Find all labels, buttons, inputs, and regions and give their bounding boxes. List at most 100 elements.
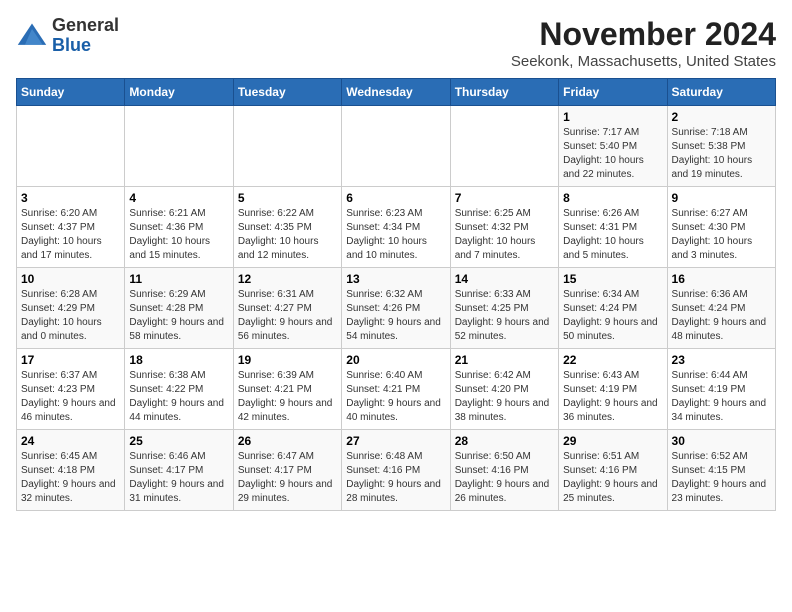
weekday-header-monday: Monday bbox=[125, 79, 233, 106]
day-number: 16 bbox=[672, 272, 771, 286]
title-area: November 2024 Seekonk, Massachusetts, Un… bbox=[511, 16, 776, 70]
day-cell: 22 Sunrise: 6:43 AM Sunset: 4:19 PM Dayli… bbox=[559, 349, 667, 430]
day-cell: 27 Sunrise: 6:48 AM Sunset: 4:16 PM Dayli… bbox=[342, 430, 450, 511]
weekday-header-friday: Friday bbox=[559, 79, 667, 106]
day-number: 10 bbox=[21, 272, 120, 286]
day-info: Sunrise: 6:48 AM Sunset: 4:16 PM Dayligh… bbox=[346, 450, 445, 506]
day-info: Sunrise: 6:47 AM Sunset: 4:17 PM Dayligh… bbox=[238, 450, 337, 506]
day-info: Sunrise: 6:25 AM Sunset: 4:32 PM Dayligh… bbox=[455, 207, 554, 263]
week-row-4: 24Sunrise: 6:45 AM Sunset: 4:18 PM Dayli… bbox=[17, 430, 776, 511]
day-cell: 20 Sunrise: 6:40 AM Sunset: 4:21 PM Dayli… bbox=[342, 349, 450, 430]
day-info: Sunrise: 6:20 AM Sunset: 4:37 PM Dayligh… bbox=[21, 207, 120, 263]
day-info: Sunrise: 6:44 AM Sunset: 4:19 PM Dayligh… bbox=[672, 369, 771, 425]
day-cell: 10 Sunrise: 6:28 AM Sunset: 4:29 PM Dayli… bbox=[17, 268, 125, 349]
day-number: 18 bbox=[129, 353, 228, 367]
day-cell: 15 Sunrise: 6:34 AM Sunset: 4:24 PM Dayli… bbox=[559, 268, 667, 349]
day-cell: 4Sunrise: 6:21 AM Sunset: 4:36 PM Daylig… bbox=[125, 187, 233, 268]
day-info: Sunrise: 6:36 AM Sunset: 4:24 PM Dayligh… bbox=[672, 288, 771, 344]
day-info: Sunrise: 6:28 AM Sunset: 4:29 PM Dayligh… bbox=[21, 288, 120, 344]
day-info: Sunrise: 6:52 AM Sunset: 4:15 PM Dayligh… bbox=[672, 450, 771, 506]
day-cell bbox=[125, 106, 233, 187]
day-number: 1 bbox=[563, 110, 662, 124]
day-cell bbox=[450, 106, 558, 187]
logo: General Blue bbox=[16, 16, 119, 56]
day-number: 20 bbox=[346, 353, 445, 367]
day-cell bbox=[342, 106, 450, 187]
day-info: Sunrise: 6:51 AM Sunset: 4:16 PM Dayligh… bbox=[563, 450, 662, 506]
day-number: 4 bbox=[129, 191, 228, 205]
day-number: 23 bbox=[672, 353, 771, 367]
day-cell: 6 Sunrise: 6:23 AM Sunset: 4:34 PM Daylig… bbox=[342, 187, 450, 268]
day-cell: 26Sunrise: 6:47 AM Sunset: 4:17 PM Dayli… bbox=[233, 430, 341, 511]
week-row-1: 3 Sunrise: 6:20 AM Sunset: 4:37 PM Daylig… bbox=[17, 187, 776, 268]
week-row-2: 10 Sunrise: 6:28 AM Sunset: 4:29 PM Dayli… bbox=[17, 268, 776, 349]
day-cell: 28Sunrise: 6:50 AM Sunset: 4:16 PM Dayli… bbox=[450, 430, 558, 511]
day-number: 11 bbox=[129, 272, 228, 286]
day-info: Sunrise: 6:38 AM Sunset: 4:22 PM Dayligh… bbox=[129, 369, 228, 425]
day-info: Sunrise: 6:43 AM Sunset: 4:19 PM Dayligh… bbox=[563, 369, 662, 425]
day-cell: 14 Sunrise: 6:33 AM Sunset: 4:25 PM Dayli… bbox=[450, 268, 558, 349]
day-number: 29 bbox=[563, 434, 662, 448]
day-cell: 19 Sunrise: 6:39 AM Sunset: 4:21 PM Dayli… bbox=[233, 349, 341, 430]
day-cell: 7 Sunrise: 6:25 AM Sunset: 4:32 PM Daylig… bbox=[450, 187, 558, 268]
day-number: 22 bbox=[563, 353, 662, 367]
day-info: Sunrise: 7:17 AM Sunset: 5:40 PM Dayligh… bbox=[563, 126, 662, 182]
day-number: 12 bbox=[238, 272, 337, 286]
day-info: Sunrise: 6:33 AM Sunset: 4:25 PM Dayligh… bbox=[455, 288, 554, 344]
day-number: 6 bbox=[346, 191, 445, 205]
weekday-header-row: SundayMondayTuesdayWednesdayThursdayFrid… bbox=[17, 79, 776, 106]
day-info: Sunrise: 6:34 AM Sunset: 4:24 PM Dayligh… bbox=[563, 288, 662, 344]
day-cell: 1 Sunrise: 7:17 AM Sunset: 5:40 PM Daylig… bbox=[559, 106, 667, 187]
day-info: Sunrise: 7:18 AM Sunset: 5:38 PM Dayligh… bbox=[672, 126, 771, 182]
day-cell: 29 Sunrise: 6:51 AM Sunset: 4:16 PM Dayli… bbox=[559, 430, 667, 511]
day-cell: 11 Sunrise: 6:29 AM Sunset: 4:28 PM Dayli… bbox=[125, 268, 233, 349]
day-cell: 8 Sunrise: 6:26 AM Sunset: 4:31 PM Daylig… bbox=[559, 187, 667, 268]
day-cell: 3 Sunrise: 6:20 AM Sunset: 4:37 PM Daylig… bbox=[17, 187, 125, 268]
day-number: 14 bbox=[455, 272, 554, 286]
day-info: Sunrise: 6:39 AM Sunset: 4:21 PM Dayligh… bbox=[238, 369, 337, 425]
day-info: Sunrise: 6:37 AM Sunset: 4:23 PM Dayligh… bbox=[21, 369, 120, 425]
logo-blue: Blue bbox=[52, 35, 91, 55]
weekday-header-wednesday: Wednesday bbox=[342, 79, 450, 106]
day-number: 7 bbox=[455, 191, 554, 205]
day-cell bbox=[233, 106, 341, 187]
day-cell: 9Sunrise: 6:27 AM Sunset: 4:30 PM Daylig… bbox=[667, 187, 775, 268]
day-info: Sunrise: 6:27 AM Sunset: 4:30 PM Dayligh… bbox=[672, 207, 771, 263]
day-cell: 21Sunrise: 6:42 AM Sunset: 4:20 PM Dayli… bbox=[450, 349, 558, 430]
calendar-table: SundayMondayTuesdayWednesdayThursdayFrid… bbox=[16, 78, 776, 511]
location-title: Seekonk, Massachusetts, United States bbox=[511, 53, 776, 70]
day-number: 13 bbox=[346, 272, 445, 286]
day-cell: 18 Sunrise: 6:38 AM Sunset: 4:22 PM Dayli… bbox=[125, 349, 233, 430]
day-number: 27 bbox=[346, 434, 445, 448]
day-info: Sunrise: 6:31 AM Sunset: 4:27 PM Dayligh… bbox=[238, 288, 337, 344]
day-number: 17 bbox=[21, 353, 120, 367]
day-cell: 12 Sunrise: 6:31 AM Sunset: 4:27 PM Dayli… bbox=[233, 268, 341, 349]
day-info: Sunrise: 6:26 AM Sunset: 4:31 PM Dayligh… bbox=[563, 207, 662, 263]
day-cell: 13Sunrise: 6:32 AM Sunset: 4:26 PM Dayli… bbox=[342, 268, 450, 349]
day-number: 2 bbox=[672, 110, 771, 124]
logo-icon bbox=[16, 20, 48, 52]
day-info: Sunrise: 6:22 AM Sunset: 4:35 PM Dayligh… bbox=[238, 207, 337, 263]
day-number: 8 bbox=[563, 191, 662, 205]
day-number: 5 bbox=[238, 191, 337, 205]
day-info: Sunrise: 6:46 AM Sunset: 4:17 PM Dayligh… bbox=[129, 450, 228, 506]
day-cell: 5 Sunrise: 6:22 AM Sunset: 4:35 PM Daylig… bbox=[233, 187, 341, 268]
day-info: Sunrise: 6:42 AM Sunset: 4:20 PM Dayligh… bbox=[455, 369, 554, 425]
logo-text: General Blue bbox=[52, 16, 119, 56]
day-cell: 23 Sunrise: 6:44 AM Sunset: 4:19 PM Dayli… bbox=[667, 349, 775, 430]
day-number: 3 bbox=[21, 191, 120, 205]
day-info: Sunrise: 6:40 AM Sunset: 4:21 PM Dayligh… bbox=[346, 369, 445, 425]
header: General Blue November 2024 Seekonk, Mass… bbox=[16, 16, 776, 70]
day-cell bbox=[17, 106, 125, 187]
week-row-0: 1 Sunrise: 7:17 AM Sunset: 5:40 PM Daylig… bbox=[17, 106, 776, 187]
day-cell: 17 Sunrise: 6:37 AM Sunset: 4:23 PM Dayli… bbox=[17, 349, 125, 430]
logo-general: General bbox=[52, 15, 119, 35]
day-number: 19 bbox=[238, 353, 337, 367]
weekday-header-tuesday: Tuesday bbox=[233, 79, 341, 106]
day-number: 24 bbox=[21, 434, 120, 448]
day-info: Sunrise: 6:29 AM Sunset: 4:28 PM Dayligh… bbox=[129, 288, 228, 344]
weekday-header-thursday: Thursday bbox=[450, 79, 558, 106]
day-info: Sunrise: 6:23 AM Sunset: 4:34 PM Dayligh… bbox=[346, 207, 445, 263]
day-number: 15 bbox=[563, 272, 662, 286]
day-cell: 30Sunrise: 6:52 AM Sunset: 4:15 PM Dayli… bbox=[667, 430, 775, 511]
